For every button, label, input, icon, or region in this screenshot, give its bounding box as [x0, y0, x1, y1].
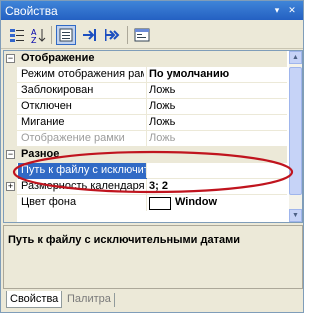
alphabetical-icon[interactable]: AZ: [28, 25, 48, 45]
property-name: Заблокирован: [21, 84, 94, 96]
property-row[interactable]: Отображение рамки Ложь: [4, 131, 287, 147]
property-value[interactable]: 3; 2: [149, 180, 168, 192]
bottom-tabs: Свойства Палитра: [1, 289, 303, 312]
description-text: Путь к файлу с исключительными датами: [8, 234, 241, 246]
property-row[interactable]: Отключен Ложь: [4, 99, 287, 115]
scroll-down-icon[interactable]: ▼: [289, 209, 302, 222]
categorized-icon[interactable]: [7, 25, 27, 45]
column-divider: [146, 67, 147, 82]
collapse-icon[interactable]: −: [6, 54, 15, 63]
property-value[interactable]: Ложь: [149, 116, 175, 128]
property-name: Отключен: [21, 100, 72, 112]
scroll-thumb[interactable]: [289, 67, 302, 195]
property-row[interactable]: Мигание Ложь: [4, 115, 287, 131]
description-panel: Путь к файлу с исключительными датами: [3, 225, 303, 289]
property-grid: − Отображение Режим отображения рамки По…: [3, 50, 303, 223]
property-name: Цвет фона: [21, 196, 77, 208]
category-label: Разное: [21, 148, 60, 160]
messages-icon[interactable]: [102, 25, 122, 45]
property-value[interactable]: Window: [175, 196, 217, 208]
color-swatch: [149, 197, 171, 210]
window-title: Свойства: [5, 4, 58, 18]
scroll-up-icon[interactable]: ▲: [289, 51, 302, 64]
property-value[interactable]: Ложь: [149, 132, 175, 144]
category-misc[interactable]: − Разное: [4, 147, 287, 163]
title-bar[interactable]: Свойства ▾ ✕: [1, 1, 303, 20]
column-divider: [146, 115, 147, 130]
column-divider: [146, 131, 147, 146]
column-divider: [146, 99, 147, 114]
property-name: Режим отображения рамки: [21, 68, 144, 80]
toolbar-separator: [51, 26, 52, 44]
property-value[interactable]: Ложь: [149, 84, 175, 96]
column-divider: [146, 195, 147, 211]
property-name: Путь к файлу с исключительными датами: [18, 163, 147, 179]
property-row-selected[interactable]: Путь к файлу с исключительными датами: [4, 163, 287, 179]
property-value[interactable]: По умолчанию: [149, 68, 229, 80]
property-value[interactable]: Ложь: [149, 100, 175, 112]
pin-icon[interactable]: ▾: [272, 5, 282, 15]
expand-icon[interactable]: +: [6, 182, 15, 191]
property-name: Размерность календаря: [21, 180, 144, 192]
properties-icon[interactable]: [56, 25, 76, 45]
vertical-scrollbar[interactable]: ▲ ▼: [289, 51, 302, 222]
svg-text:Z: Z: [31, 36, 37, 43]
property-name: Отображение рамки: [21, 132, 125, 144]
toolbar: AZ: [1, 22, 303, 49]
category-display[interactable]: − Отображение: [4, 51, 287, 67]
collapse-icon[interactable]: −: [6, 150, 15, 159]
property-row[interactable]: Цвет фона Window: [4, 195, 287, 211]
property-row[interactable]: + Размерность календаря 3; 2: [4, 179, 287, 195]
property-name: Мигание: [21, 116, 65, 128]
tab-palette[interactable]: Палитра: [64, 291, 114, 308]
close-icon[interactable]: ✕: [287, 5, 297, 15]
property-row[interactable]: Режим отображения рамки По умолчанию: [4, 67, 287, 83]
events-icon[interactable]: [79, 25, 99, 45]
property-row[interactable]: Заблокирован Ложь: [4, 83, 287, 99]
category-label: Отображение: [21, 52, 95, 64]
property-pages-icon[interactable]: [132, 25, 152, 45]
tab-properties[interactable]: Свойства: [6, 291, 63, 308]
tab-separator: [114, 293, 115, 307]
column-divider: [146, 163, 147, 178]
column-divider: [146, 179, 147, 194]
column-divider: [146, 83, 147, 98]
properties-window: Свойства ▾ ✕ AZ − Отображение Режим отоб…: [0, 0, 304, 313]
toolbar-separator: [127, 26, 128, 44]
